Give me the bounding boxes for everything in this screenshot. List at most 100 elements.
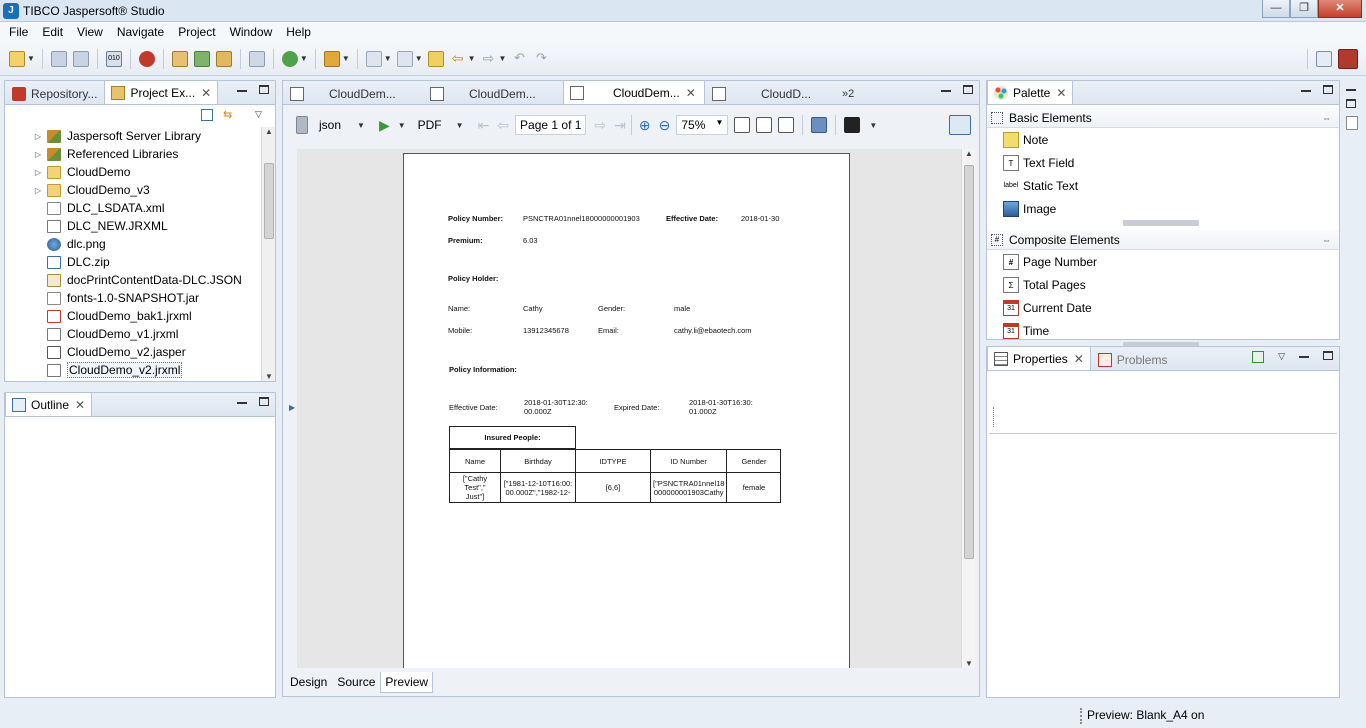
scroll-down-icon[interactable]: ▼ bbox=[962, 659, 976, 668]
view-menu-icon[interactable]: ▽ bbox=[1278, 351, 1285, 363]
close-button[interactable]: ✕ bbox=[1318, 0, 1362, 18]
wizard-icon[interactable] bbox=[215, 50, 232, 67]
tree-item[interactable]: ▷ Jaspersoft Server Library bbox=[5, 127, 261, 145]
chevron-down-icon[interactable]: ▼ bbox=[342, 54, 350, 63]
tree-item[interactable]: CloudDemo_v1.jrxml bbox=[5, 325, 261, 343]
page-indicator[interactable]: Page 1 of 1 bbox=[515, 115, 587, 135]
chevron-down-icon[interactable]: ▼ bbox=[415, 54, 423, 63]
zoom-in-icon[interactable]: ⊕ bbox=[639, 117, 651, 134]
tree-item[interactable]: ▷ CloudDemo bbox=[5, 163, 261, 181]
minimize-icon[interactable] bbox=[941, 90, 951, 92]
close-icon[interactable]: ✕ bbox=[75, 398, 85, 412]
tab-source[interactable]: Source bbox=[332, 672, 380, 693]
close-icon[interactable]: ✕ bbox=[201, 86, 211, 100]
close-icon[interactable]: ✕ bbox=[1074, 352, 1084, 366]
prev-annotation-icon[interactable] bbox=[396, 50, 413, 67]
maximize-icon[interactable] bbox=[1323, 85, 1333, 94]
save-report-icon[interactable] bbox=[844, 117, 861, 133]
palette-section-basic[interactable]: Basic Elements ⇔ bbox=[987, 108, 1339, 128]
chevron-down-icon[interactable]: ▼ bbox=[357, 121, 365, 130]
new-dataset-icon[interactable] bbox=[193, 50, 210, 67]
tab-problems[interactable]: Problems bbox=[1091, 348, 1175, 370]
editor-tab-3[interactable]: CloudDem... ✕ bbox=[563, 80, 705, 104]
palette-item-page-number[interactable]: # Page Number bbox=[987, 250, 1339, 273]
debug-icon[interactable] bbox=[138, 50, 155, 67]
menu-project[interactable]: Project bbox=[171, 22, 222, 42]
print-icon[interactable] bbox=[811, 117, 828, 133]
menu-help[interactable]: Help bbox=[279, 22, 318, 42]
tree-item[interactable]: ▷ CloudDemo_v3 bbox=[5, 181, 261, 199]
chevron-down-icon[interactable]: ▼ bbox=[499, 54, 507, 63]
minimize-icon[interactable] bbox=[1346, 89, 1356, 91]
back-arrow-icon[interactable]: ⇦ bbox=[450, 51, 466, 67]
tab-design[interactable]: Design bbox=[285, 672, 332, 693]
minimize-icon[interactable] bbox=[237, 90, 247, 92]
menu-edit[interactable]: Edit bbox=[35, 22, 70, 42]
toggle-console-icon[interactable] bbox=[949, 115, 971, 135]
save-icon[interactable] bbox=[50, 50, 67, 67]
expand-arrow-icon[interactable]: ▷ bbox=[33, 132, 43, 141]
datasource-select[interactable]: json bbox=[319, 118, 341, 132]
close-icon[interactable]: ✕ bbox=[686, 86, 696, 100]
chevron-down-icon[interactable]: ▼ bbox=[27, 54, 35, 63]
maximize-icon[interactable] bbox=[259, 85, 269, 94]
tree-item[interactable]: CloudDemo_v2.jasper bbox=[5, 343, 261, 361]
chevron-down-icon[interactable]: ▼ bbox=[300, 54, 308, 63]
palette-item-note[interactable]: Note bbox=[987, 128, 1339, 151]
chevron-down-icon[interactable]: ▼ bbox=[384, 54, 392, 63]
run-report-icon[interactable]: ▶ bbox=[379, 117, 390, 134]
minimized-view-icon[interactable] bbox=[1346, 116, 1358, 130]
close-icon[interactable]: ✕ bbox=[1056, 86, 1066, 100]
next-page-icon[interactable]: ⇨ bbox=[594, 117, 606, 134]
scroll-thumb[interactable] bbox=[964, 165, 974, 559]
minimize-icon[interactable] bbox=[1301, 90, 1311, 92]
collapse-all-icon[interactable] bbox=[201, 109, 213, 121]
scroll-up-icon[interactable]: ▲ bbox=[262, 127, 276, 136]
zoom-out-icon[interactable]: ⊖ bbox=[659, 117, 671, 134]
palette-item-image[interactable]: Image bbox=[987, 197, 1339, 220]
tab-repository[interactable]: Repository... bbox=[5, 82, 104, 104]
actual-size-icon[interactable] bbox=[734, 117, 751, 133]
zoom-select[interactable]: 75% ▼ bbox=[676, 115, 729, 135]
maximize-icon[interactable] bbox=[259, 397, 269, 406]
fit-page-icon[interactable] bbox=[756, 117, 773, 133]
editor-tab-4[interactable]: CloudD... bbox=[705, 82, 835, 104]
view-menu-icon[interactable]: ▽ bbox=[255, 109, 262, 121]
save-all-icon[interactable] bbox=[72, 50, 89, 67]
undo-icon[interactable]: ↶ bbox=[511, 50, 527, 67]
fit-width-icon[interactable] bbox=[778, 117, 795, 133]
tree-item[interactable]: docPrintContentData-DLC.JSON bbox=[5, 271, 261, 289]
palette-item-static-text[interactable]: label Static Text bbox=[987, 174, 1339, 197]
menu-window[interactable]: Window bbox=[223, 22, 280, 42]
scroll-thumb[interactable] bbox=[264, 163, 274, 239]
open-perspective-icon[interactable] bbox=[1316, 50, 1332, 67]
menu-view[interactable]: View bbox=[70, 22, 110, 42]
last-edit-icon[interactable] bbox=[427, 50, 444, 67]
tree-item[interactable]: DLC_NEW.JRXML bbox=[5, 217, 261, 235]
tab-project-explorer[interactable]: Project Ex... ✕ bbox=[104, 80, 219, 104]
tree-item[interactable]: fonts-1.0-SNAPSHOT.jar bbox=[5, 289, 261, 307]
maximize-icon[interactable] bbox=[963, 85, 973, 94]
new-report-icon[interactable] bbox=[171, 50, 188, 67]
menu-navigate[interactable]: Navigate bbox=[110, 22, 171, 42]
chevron-down-icon[interactable]: ▼ bbox=[456, 121, 464, 130]
tree-scrollbar[interactable]: ▲ ▼ bbox=[261, 127, 275, 381]
scroll-up-icon[interactable]: ▲ bbox=[962, 149, 976, 158]
chevron-down-icon[interactable]: ▼ bbox=[398, 121, 406, 130]
editor-tab-2[interactable]: CloudDem... bbox=[423, 82, 563, 104]
tab-palette[interactable]: Palette ✕ bbox=[987, 80, 1074, 104]
tree-item[interactable]: DLC.zip bbox=[5, 253, 261, 271]
tools-icon[interactable] bbox=[323, 50, 340, 67]
chevron-down-icon[interactable]: ▼ bbox=[869, 121, 877, 130]
collapse-icon[interactable]: ⇔ bbox=[1322, 235, 1331, 245]
palette-section-scrollbar[interactable] bbox=[1123, 220, 1199, 226]
tab-preview[interactable]: Preview bbox=[380, 672, 434, 693]
expand-arrow-icon[interactable]: ▷ bbox=[33, 168, 43, 177]
palette-item-time[interactable]: 31 Time bbox=[987, 319, 1339, 342]
tree-item[interactable]: ▷ Referenced Libraries bbox=[5, 145, 261, 163]
redo-icon[interactable]: ↷ bbox=[533, 50, 549, 67]
tree-item[interactable]: DLC_LSDATA.xml bbox=[5, 199, 261, 217]
last-page-icon[interactable]: ⇥ bbox=[614, 117, 626, 134]
expand-arrow-icon[interactable]: ▷ bbox=[33, 186, 43, 195]
tree-item[interactable]: CloudDemo_v2.jrxml bbox=[5, 361, 261, 379]
